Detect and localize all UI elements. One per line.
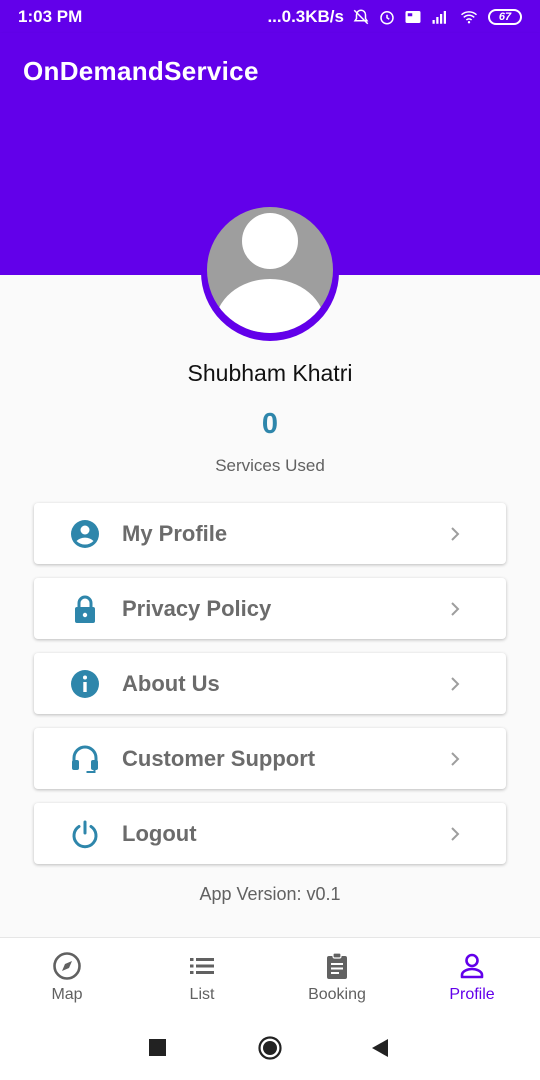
alarm-icon	[380, 10, 394, 24]
menu-item-label: Customer Support	[122, 746, 316, 771]
app-bar: OnDemandService	[0, 33, 540, 109]
menu-item-label: About Us	[122, 671, 220, 696]
menu-item-label: My Profile	[122, 521, 228, 546]
list-icon	[190, 958, 214, 974]
chevron-right-icon	[451, 752, 460, 766]
lock-icon	[75, 595, 95, 623]
chevron-right-icon	[451, 677, 460, 691]
services-used-count: 0	[261, 408, 279, 440]
volte-icon	[405, 10, 421, 23]
menu-item-privacy-policy[interactable]: Privacy Policy	[34, 578, 506, 639]
headset-icon	[72, 745, 98, 773]
nav-item-map[interactable]: Map	[17, 938, 117, 1017]
nav-label: Booking	[308, 986, 366, 1003]
nav-item-list[interactable]: List	[152, 938, 252, 1017]
nav-item-profile[interactable]: Profile	[422, 938, 522, 1017]
person-icon	[460, 953, 484, 979]
info-icon	[71, 670, 99, 698]
nav-label: Profile	[449, 986, 495, 1003]
app-title: OnDemandService	[23, 55, 259, 86]
chevron-right-icon	[451, 827, 460, 841]
menu-item-my-profile[interactable]: My Profile	[34, 503, 506, 564]
clipboard-icon	[327, 952, 347, 979]
nav-item-booking[interactable]: Booking	[287, 938, 387, 1017]
back-icon[interactable]	[371, 1039, 389, 1057]
status-icons: ...0.3KB/s 67	[267, 7, 522, 27]
menu-item-logout[interactable]: Logout	[34, 803, 506, 864]
chevron-right-icon	[451, 602, 460, 616]
system-navigation-bar	[0, 1016, 540, 1080]
wifi-icon	[461, 10, 477, 23]
account-circle-icon	[71, 520, 99, 548]
app-version: App Version: v0.1	[199, 884, 341, 904]
menu-item-label: Privacy Policy	[122, 596, 272, 621]
power-icon	[72, 820, 98, 849]
recents-icon[interactable]	[149, 1039, 167, 1057]
mute-icon	[353, 8, 369, 24]
avatar[interactable]	[207, 207, 333, 333]
default-avatar-icon	[215, 213, 325, 333]
nav-label: List	[189, 986, 215, 1003]
menu-item-about-us[interactable]: About Us	[34, 653, 506, 714]
status-time: 1:03 PM	[18, 6, 83, 26]
signal-icon	[432, 10, 446, 24]
home-icon[interactable]	[258, 1036, 282, 1060]
menu-item-label: Logout	[122, 821, 197, 846]
status-bar: 1:03 PM ...0.3KB/s 67	[0, 0, 540, 33]
battery-icon: 67	[488, 8, 522, 25]
services-used-label: Services Used	[215, 456, 325, 475]
compass-icon	[53, 952, 81, 980]
profile-menu: My Profile Privacy Policy About Us Custo…	[34, 503, 506, 878]
bottom-navigation: Map List Booking Profile	[0, 937, 540, 1016]
menu-item-customer-support[interactable]: Customer Support	[34, 728, 506, 789]
chevron-right-icon	[451, 527, 460, 541]
profile-name: Shubham Khatri	[187, 360, 353, 386]
nav-label: Map	[51, 986, 83, 1003]
network-speed: ...0.3KB/s	[267, 6, 344, 26]
